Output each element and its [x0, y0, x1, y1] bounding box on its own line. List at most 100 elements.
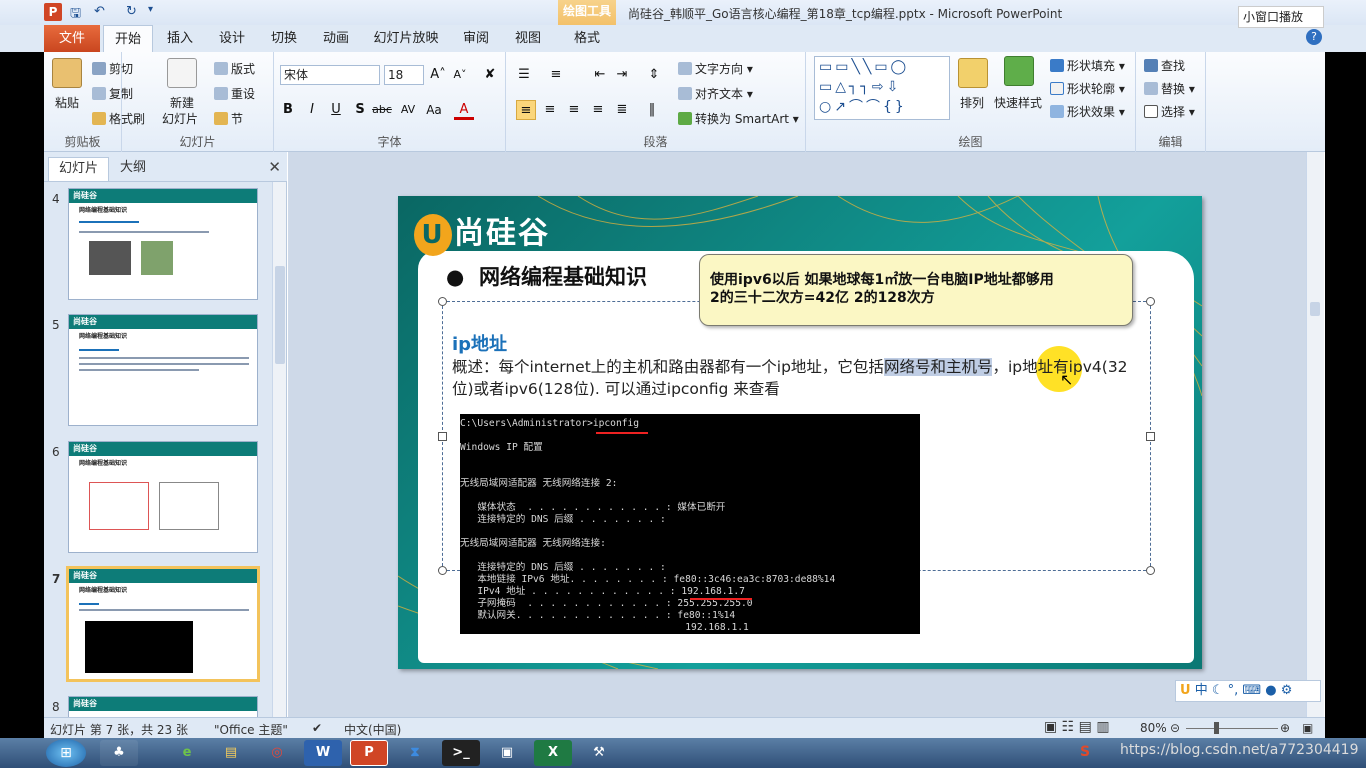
shadow-icon[interactable]: S: [350, 100, 370, 120]
new-slide-icon[interactable]: [167, 58, 197, 88]
tab-transitions[interactable]: 切换: [264, 25, 304, 52]
align-center-icon[interactable]: ≡: [540, 100, 560, 120]
font-name-combo[interactable]: 宋体: [280, 65, 380, 85]
layout-button[interactable]: 版式: [214, 60, 255, 77]
redo-icon[interactable]: ↻: [126, 4, 137, 19]
close-panel-icon[interactable]: ✕: [268, 158, 281, 176]
taskbar-app-icon[interactable]: ♣: [100, 740, 138, 766]
line-spacing-icon[interactable]: ⇕: [644, 65, 664, 85]
resize-handle[interactable]: [1146, 566, 1155, 575]
quick-access-dropdown-icon[interactable]: ▾: [148, 4, 153, 15]
slide-thumbnail-7-selected[interactable]: 尚硅谷 网络编程基础知识: [66, 566, 260, 682]
shrink-font-icon[interactable]: A˅: [450, 65, 470, 85]
taskbar-powerpoint-icon[interactable]: P: [350, 740, 388, 766]
justify-icon[interactable]: ≡: [588, 100, 608, 120]
taskbar-word-icon[interactable]: W: [304, 740, 342, 766]
view-buttons[interactable]: ▣ ☷ ▤ ▥: [1044, 719, 1110, 735]
taskbar-tool-icon[interactable]: ⚒: [580, 740, 618, 766]
tab-slideshow[interactable]: 幻灯片放映: [370, 25, 442, 52]
resize-handle[interactable]: [1146, 432, 1155, 441]
tab-outline[interactable]: 大纲: [110, 157, 156, 181]
align-text-button[interactable]: 对齐文本 ▾: [678, 85, 753, 102]
shape-effects-button[interactable]: 形状效果 ▾: [1050, 103, 1125, 120]
taskbar-vscode-icon[interactable]: ⧗: [396, 740, 434, 766]
replace-button[interactable]: 替换 ▾: [1144, 80, 1195, 97]
spellcheck-icon[interactable]: ✔: [312, 721, 322, 735]
font-size-combo[interactable]: 18: [384, 65, 424, 85]
zoom-level[interactable]: 80%: [1140, 721, 1167, 735]
language-status[interactable]: 中文(中国): [344, 721, 401, 738]
strikethrough-icon[interactable]: abc: [372, 100, 392, 120]
taskbar-chrome-icon[interactable]: ◎: [258, 740, 296, 766]
numbering-icon[interactable]: ≡: [546, 65, 566, 85]
quick-styles-icon[interactable]: [1004, 56, 1034, 86]
save-icon[interactable]: 🖫: [70, 4, 81, 26]
sogou-tray-icon[interactable]: S: [1080, 744, 1090, 760]
select-button[interactable]: 选择 ▾: [1144, 103, 1195, 120]
zoom-out-icon[interactable]: ⊝: [1170, 721, 1180, 735]
shape-fill-button[interactable]: 形状填充 ▾: [1050, 57, 1125, 74]
distribute-icon[interactable]: ≣: [612, 100, 632, 120]
section-button[interactable]: 节: [214, 110, 243, 127]
panel-scrollbar-thumb[interactable]: [275, 266, 285, 364]
resize-handle[interactable]: [438, 432, 447, 441]
columns-icon[interactable]: ‖: [642, 100, 662, 120]
tab-insert[interactable]: 插入: [160, 25, 200, 52]
tab-animations[interactable]: 动画: [316, 25, 356, 52]
fit-slide-icon[interactable]: ▣: [1302, 721, 1313, 735]
start-button[interactable]: ⊞: [46, 739, 86, 767]
underline-icon[interactable]: U: [326, 100, 346, 120]
stage-scrollbar[interactable]: [1306, 152, 1324, 717]
bullets-icon[interactable]: ☰: [514, 65, 534, 85]
taskbar-ie-icon[interactable]: e: [168, 740, 206, 766]
stage-scrollbar-thumb[interactable]: [1310, 302, 1320, 316]
slide-thumbnail-5[interactable]: 尚硅谷 网络编程基础知识: [68, 314, 258, 426]
grow-font-icon[interactable]: A˄: [428, 65, 448, 85]
find-button[interactable]: 查找: [1144, 57, 1185, 74]
decrease-indent-icon[interactable]: ⇤: [590, 65, 610, 85]
text-direction-button[interactable]: 文字方向 ▾: [678, 60, 753, 77]
powerpoint-app-icon[interactable]: P: [44, 3, 62, 21]
new-slide-button[interactable]: 新建: [170, 94, 194, 111]
paste-icon[interactable]: [52, 58, 82, 88]
resize-handle[interactable]: [438, 297, 447, 306]
quick-styles-button[interactable]: 快速样式: [994, 94, 1042, 111]
zoom-slider[interactable]: [1186, 728, 1278, 729]
slide-canvas[interactable]: U 尚硅谷 ● 网络编程基础知识 ip地址 概述：每个internet上的主机和路…: [398, 196, 1202, 669]
change-case-icon[interactable]: Aa: [424, 100, 444, 120]
tab-home[interactable]: 开始: [103, 25, 153, 52]
font-color-icon[interactable]: A: [454, 100, 474, 120]
tab-file[interactable]: 文件: [44, 25, 100, 52]
align-left-icon[interactable]: ≡: [516, 100, 536, 120]
arrange-icon[interactable]: [958, 58, 988, 88]
char-spacing-icon[interactable]: AV: [398, 100, 418, 120]
taskbar-cmd-icon[interactable]: >_: [442, 740, 480, 766]
shapes-gallery[interactable]: ▭▭╲╲▭◯ ▭△┐┐⇨⇩ ○↗⌒⌒{}: [814, 56, 950, 120]
clear-format-icon[interactable]: ✘: [480, 65, 500, 85]
tab-view[interactable]: 视图: [508, 25, 548, 52]
taskbar-remote-icon[interactable]: ▣: [488, 740, 526, 766]
zoom-slider-thumb[interactable]: [1214, 722, 1219, 734]
slide-thumbnail-8[interactable]: 尚硅谷: [68, 696, 258, 718]
tab-format[interactable]: 格式: [566, 25, 608, 52]
bold-icon[interactable]: B: [278, 100, 298, 120]
reset-button[interactable]: 重设: [214, 85, 255, 102]
help-icon[interactable]: ?: [1306, 29, 1322, 45]
resize-handle[interactable]: [438, 566, 447, 575]
resize-handle[interactable]: [1146, 297, 1155, 306]
shape-outline-button[interactable]: 形状轮廓 ▾: [1050, 80, 1125, 97]
slide-bullet-title[interactable]: ● 网络编程基础知识: [446, 261, 647, 291]
taskbar-excel-icon[interactable]: X: [534, 740, 572, 766]
new-slide-label2[interactable]: 幻灯片: [162, 110, 198, 127]
slide-thumbnail-4[interactable]: 尚硅谷 网络编程基础知识: [68, 188, 258, 300]
undo-icon[interactable]: ↶: [94, 4, 105, 19]
annotation-callout[interactable]: 使用ipv6以后 如果地球每1㎡放一台电脑IP地址都够用 2的三十二次方=42亿 …: [699, 254, 1133, 326]
taskbar-folder-icon[interactable]: ▤: [212, 740, 250, 766]
ime-toolbar[interactable]: U 中 ☾ °, ⌨ ● ⚙: [1175, 680, 1321, 702]
arrange-button[interactable]: 排列: [960, 94, 984, 111]
mini-window-play-button[interactable]: 小窗口播放: [1238, 6, 1324, 28]
italic-icon[interactable]: I: [302, 100, 322, 120]
smartart-button[interactable]: 转换为 SmartArt ▾: [678, 110, 799, 127]
slide-thumbnail-6[interactable]: 尚硅谷 网络编程基础知识: [68, 441, 258, 553]
slide-paragraph[interactable]: 概述：每个internet上的主机和路由器都有一个ip地址，它包括网络号和主机号…: [452, 356, 1142, 400]
